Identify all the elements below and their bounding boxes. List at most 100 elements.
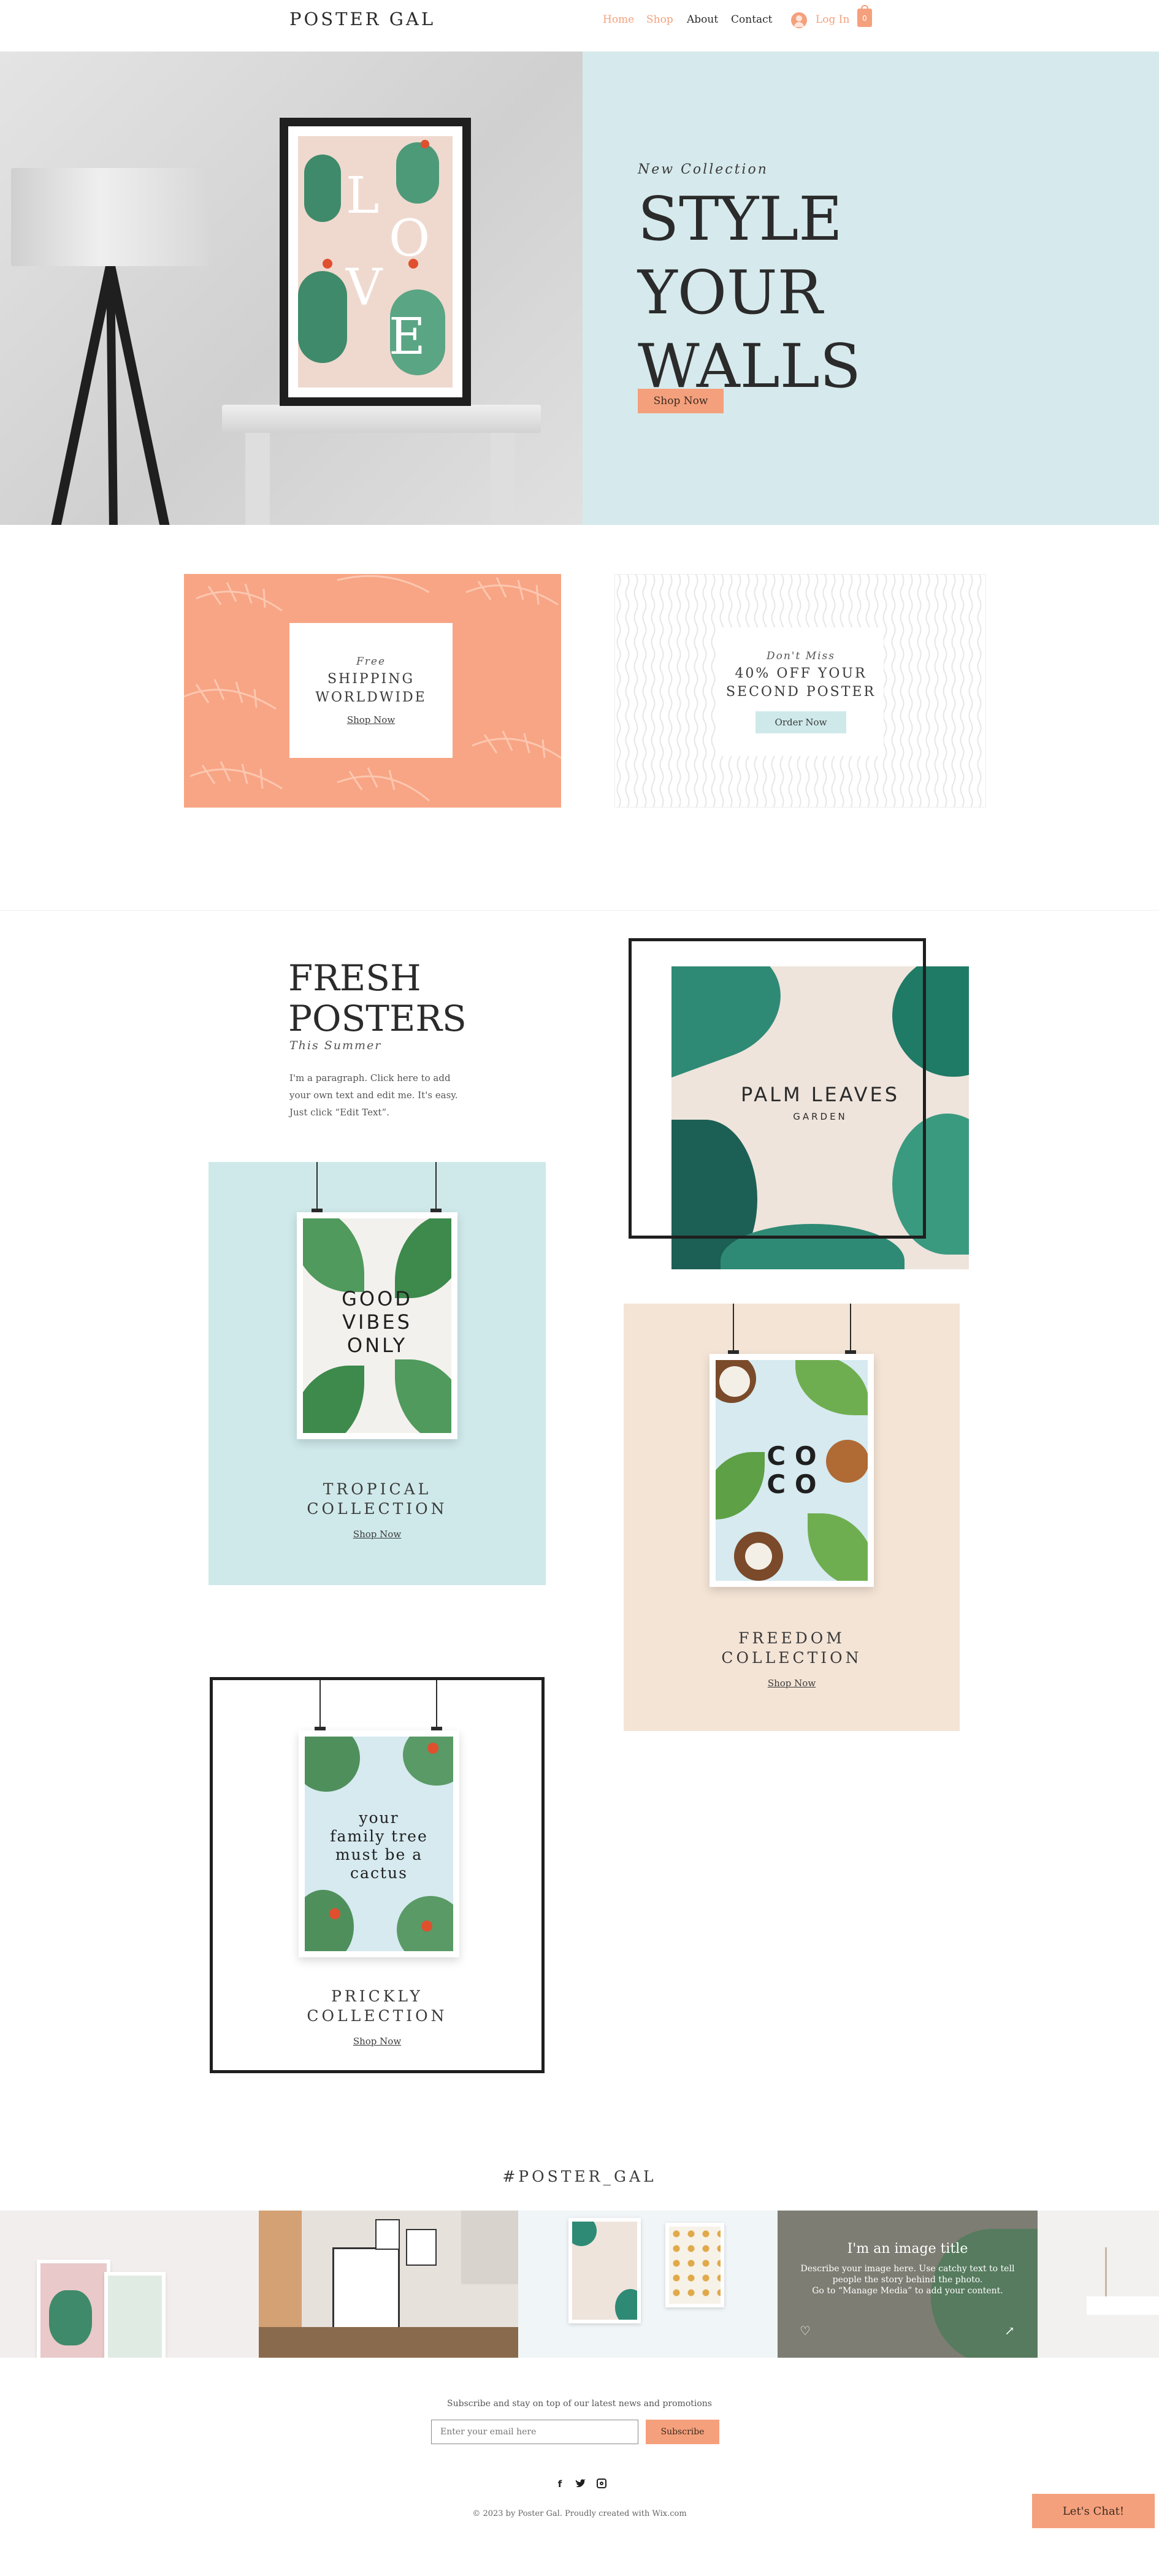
label-line: COLLECTION [307,1500,448,1518]
wave-line [642,575,647,807]
poster-text-line: C O [767,1441,817,1471]
fresh-title-line: FRESH [288,957,421,999]
collection-label: PRICKLY COLLECTION [213,1987,541,2026]
twitter-icon[interactable] [575,2479,586,2488]
wave-line [882,575,887,807]
order-now-button[interactable]: Order Now [755,711,846,733]
wave-line [908,575,913,807]
poster-text-line: VIBES [342,1310,412,1334]
fresh-title-line: POSTERS [288,998,467,1039]
chat-button[interactable]: Let's Chat! [1032,2494,1155,2528]
wave-line [659,575,664,807]
love-letter: V [346,259,383,317]
site-logo[interactable]: POSTER GAL [289,9,435,29]
instagram-handle[interactable]: #POSTER_GAL [0,2168,1159,2185]
wave-line [616,575,621,807]
wave-line [702,575,707,807]
nav-contact[interactable]: Contact [731,13,773,26]
nav-about[interactable]: About [687,13,718,26]
promo-shop-now-link[interactable]: Shop Now [347,714,395,725]
wave-line [943,575,947,807]
freedom-shop-now-link[interactable]: Shop Now [624,1678,960,1689]
wave-line [960,575,965,807]
wave-line [651,575,656,807]
instagram-photo[interactable] [259,2211,518,2358]
avatar-icon[interactable] [791,12,807,28]
hero-title-line: STYLE [638,185,843,254]
description-line: Describe your image here. Use catchy tex… [800,2264,1015,2274]
hanger-wire [316,1162,318,1211]
email-input[interactable] [431,2420,638,2444]
poster-text-line: your [359,1809,399,1827]
image-description: Describe your image here. Use catchy tex… [778,2263,1038,2296]
wave-line [676,575,681,807]
wave-line [968,575,973,807]
lamp-shade [11,168,208,266]
good-vibes-poster: GOOD VIBES ONLY [297,1212,457,1439]
poster-text-line: cactus [350,1864,408,1882]
paragraph-line: your own text and edit me. It's easy. [289,1090,458,1101]
love-letter: E [389,308,426,366]
coco-poster: C O C O [710,1354,874,1587]
wave-line [917,575,922,807]
freedom-collection-card[interactable]: C O C O FREEDOM COLLECTION Shop Now [624,1304,960,1731]
login-link[interactable]: Log In [816,13,849,26]
wave-line [694,575,698,807]
instagram-photo[interactable] [0,2211,259,2358]
hero-title-line: YOUR [638,258,823,328]
promo-title: SHIPPING WORLDWIDE [315,670,426,707]
tropical-collection-card[interactable]: GOOD VIBES ONLY TROPICAL COLLECTION Shop… [208,1162,546,1585]
nav-home[interactable]: Home [603,13,634,26]
hanger-wire [733,1304,734,1353]
label-line: PRICKLY [331,1987,423,2005]
stool-leg [491,433,515,525]
heart-icon[interactable]: ♡ [800,2323,811,2338]
promo-title-line: 40% OFF YOUR [735,666,867,681]
subscribe-button[interactable]: Subscribe [646,2420,719,2444]
instagram-photo[interactable] [518,2211,778,2358]
wave-line [900,575,905,807]
poster-text-line: must be a [335,1846,423,1863]
promo-title-line: SHIPPING [327,671,415,687]
wave-line [633,575,638,807]
poster-text-line: GOOD [342,1287,413,1310]
hanger-wire [435,1162,437,1211]
wave-line [925,575,930,807]
share-icon[interactable]: ↗ [1004,2323,1015,2338]
wave-line [711,575,716,807]
hero-image: L O V E [0,52,583,525]
promo-kicker: Don't Miss [766,650,835,662]
promo-shipping-card: Free SHIPPING WORLDWIDE Shop Now [289,623,453,758]
wave-line [977,575,982,807]
tropical-shop-now-link[interactable]: Shop Now [208,1529,546,1540]
instagram-icon[interactable] [597,2479,606,2488]
collection-label: FREEDOM COLLECTION [624,1629,960,1668]
decorative-frame [629,938,926,1239]
prickly-collection-card[interactable]: your family tree must be a cactus PRICKL… [210,1677,545,2073]
promo-title-line: SECOND POSTER [725,684,876,700]
hanger-wire [436,1680,437,1729]
label-line: COLLECTION [307,2007,448,2025]
fresh-subtitle: This Summer [289,1039,382,1052]
description-line: Go to “Manage Media” to add your content… [812,2286,1003,2296]
love-poster-frame: L O V E [280,118,471,406]
copyright-text: © 2023 by Poster Gal. Proudly created wi… [472,2509,687,2518]
wave-line [934,575,939,807]
facebook-icon[interactable]: f [556,2479,564,2490]
collection-label: TROPICAL COLLECTION [208,1480,546,1519]
wave-line [625,575,630,807]
hanger-wire [319,1680,321,1729]
instagram-photo[interactable] [1038,2211,1159,2358]
instagram-photo-overlay[interactable]: I'm an image title Describe your image h… [778,2211,1038,2358]
section-divider [0,910,1159,911]
hero-shop-now-button[interactable]: Shop Now [638,389,724,413]
prickly-shop-now-link[interactable]: Shop Now [213,2036,541,2047]
lamp-legs [51,266,170,525]
poster-text-line: C O [767,1469,817,1499]
description-line: people the story behind the photo. [832,2275,983,2285]
wave-line [951,575,956,807]
promo-shipping-banner: Free SHIPPING WORLDWIDE Shop Now [184,574,561,808]
cart-icon[interactable]: 0 [857,5,872,27]
nav-shop[interactable]: Shop [646,13,673,26]
wave-line [668,575,673,807]
